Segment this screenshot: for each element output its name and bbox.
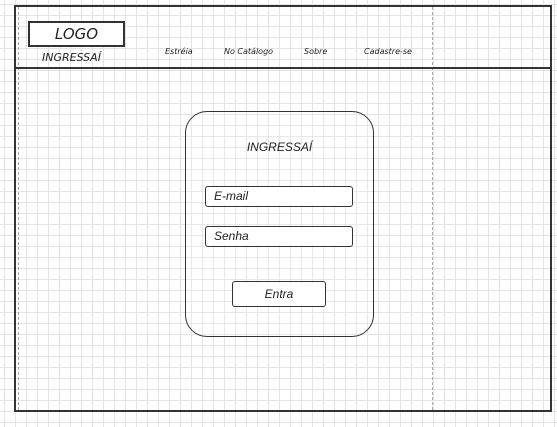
header-divider: [14, 67, 552, 69]
login-title: INGRESSAÍ: [246, 140, 313, 154]
nav-cadastre[interactable]: Cadastre-se: [364, 47, 412, 56]
logo[interactable]: LOGO: [28, 21, 125, 47]
nav-estreia[interactable]: Estréia: [165, 47, 193, 56]
password-input[interactable]: Senha: [205, 226, 353, 247]
nav-sobre[interactable]: Sobre: [304, 47, 327, 56]
nav-catalogo[interactable]: No Catálogo: [224, 47, 273, 56]
submit-button[interactable]: Entra: [232, 281, 326, 307]
brand-name: INGRESSAÍ: [42, 51, 101, 64]
email-input[interactable]: E-mail: [205, 186, 353, 207]
